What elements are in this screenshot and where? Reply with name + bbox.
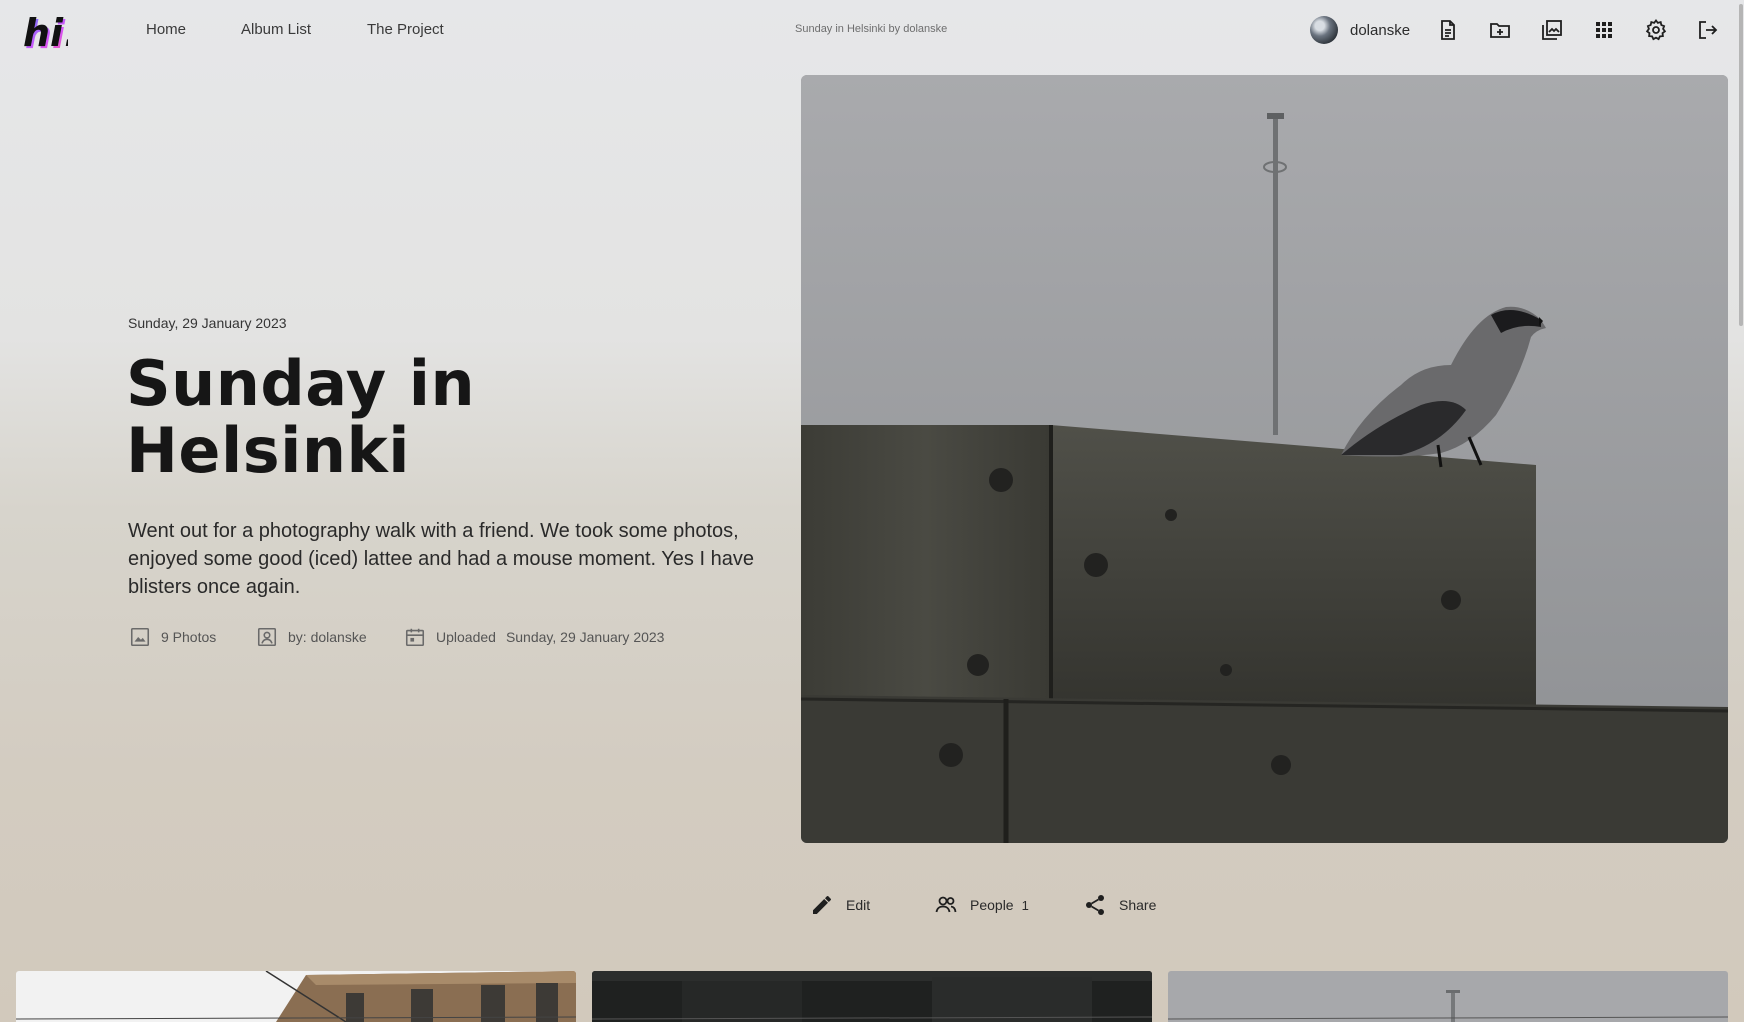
upload-date: Uploaded Sunday, 29 January 2023 — [404, 626, 664, 648]
grid-icon[interactable] — [1592, 18, 1616, 42]
people-count: 1 — [1021, 897, 1029, 913]
nav-album-list-link[interactable]: Album List — [241, 21, 311, 38]
photo-thumbnail-3[interactable] — [1168, 971, 1728, 1022]
photo-thumbnail-1[interactable] — [16, 971, 576, 1022]
uploaded-date: Sunday, 29 January 2023 — [505, 629, 665, 645]
page-scrollbar[interactable] — [1738, 0, 1744, 1022]
edit-button[interactable]: Edit — [810, 893, 870, 917]
image-icon — [129, 626, 151, 648]
edit-label: Edit — [846, 897, 871, 913]
portrait-icon — [256, 626, 278, 648]
album-author: by: dolanske — [256, 626, 367, 648]
folder-add-icon[interactable] — [1488, 18, 1512, 42]
album-title: Sunday in Helsinki — [126, 347, 476, 487]
share-button[interactable]: Share — [1083, 893, 1156, 917]
document-icon[interactable] — [1436, 18, 1460, 42]
svg-text:hi!: hi! — [23, 11, 68, 52]
photo-count: 9 Photos — [129, 626, 216, 648]
pencil-icon — [810, 893, 834, 917]
calendar-icon — [404, 626, 426, 648]
album-description: Went out for a photography walk with a f… — [128, 520, 754, 598]
site-logo[interactable]: hi! hi! — [22, 8, 82, 57]
user-name: dolanske — [1350, 21, 1411, 39]
photo-count-label: 9 Photos — [161, 629, 217, 645]
share-label: Share — [1119, 897, 1157, 913]
photo-thumbnail-2[interactable] — [592, 971, 1152, 1022]
page-caption: Sunday in Helsinki by dolanske — [795, 23, 948, 35]
author-label: by: dolanske — [288, 629, 367, 645]
album-date: Sunday, 29 January 2023 — [128, 315, 287, 331]
user-menu[interactable]: dolanske — [1310, 16, 1410, 44]
nav-home-link[interactable]: Home — [146, 21, 186, 38]
gallery-icon[interactable] — [1540, 18, 1564, 42]
nav-the-project-link[interactable]: The Project — [367, 21, 444, 38]
share-icon — [1083, 893, 1107, 917]
people-label: People — [970, 897, 1014, 913]
scrollbar-thumb[interactable] — [1739, 4, 1743, 326]
gear-icon[interactable] — [1644, 18, 1668, 42]
people-icon — [934, 893, 958, 917]
people-button[interactable]: People 1 — [934, 893, 1029, 917]
logout-icon[interactable] — [1696, 18, 1720, 42]
user-avatar — [1310, 16, 1338, 44]
album-cover-image[interactable] — [801, 75, 1728, 843]
uploaded-label: Uploaded — [436, 629, 496, 645]
top-navigation: hi! hi! Home Album List The Project Sund… — [0, 0, 1744, 60]
